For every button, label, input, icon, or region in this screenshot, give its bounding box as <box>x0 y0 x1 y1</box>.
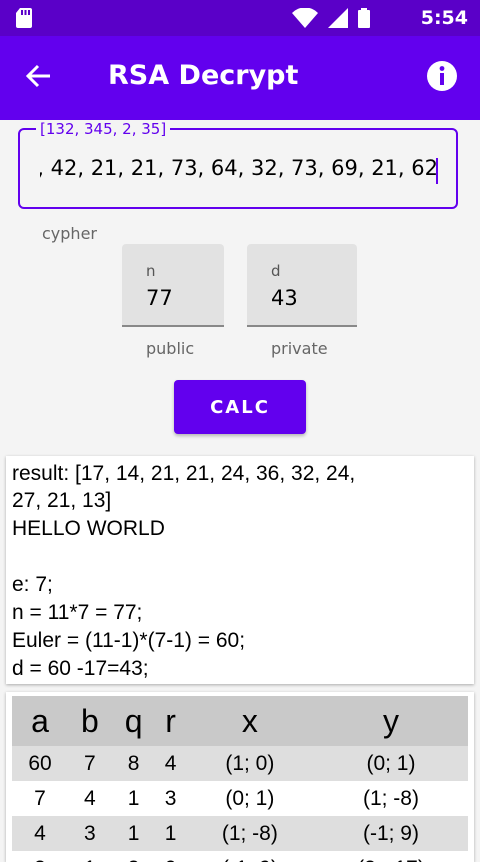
app-bar: RSA Decrypt <box>0 36 480 120</box>
d-field[interactable]: d 43 <box>247 244 357 327</box>
n-helper-text: public <box>146 339 195 358</box>
signal-icon <box>328 8 348 33</box>
cypher-input[interactable]: 52, 42, 21, 21, 73, 64, 32, 73, 69, 21, … <box>40 156 438 190</box>
table-cell: 3 <box>164 786 177 810</box>
info-icon[interactable] <box>426 60 458 97</box>
cypher-helper-text: cypher <box>42 224 97 243</box>
n-field[interactable]: n 77 <box>122 244 224 327</box>
table-row: 7 4 1 3 (0; 1) (1; -8) <box>12 781 468 816</box>
table-row: 3 1 3 0 (-1; 9) (2; -17) <box>12 851 468 862</box>
page-title: RSA Decrypt <box>108 60 299 91</box>
sd-card-icon <box>16 8 34 33</box>
table-cell: 1 <box>155 816 186 851</box>
table-row: 60 7 8 4 (1; 0) (0; 1) <box>12 746 468 781</box>
table-cell: 3 <box>12 851 68 862</box>
result-line-e: e: 7; <box>12 573 53 596</box>
table-cell: (1; -8) <box>362 786 419 810</box>
table-cell: (1; 0) <box>185 746 314 781</box>
result-line-euler: Euler = (11-1)*(7-1) = 60; <box>12 629 246 652</box>
column-header-r: r <box>155 696 186 746</box>
table-cell: 3 <box>112 851 156 862</box>
table-cell: 1 <box>127 786 140 810</box>
d-helper-text: private <box>271 339 328 358</box>
table-header-row: a b q r x y <box>12 696 468 746</box>
table-cell: 4 <box>84 786 96 810</box>
table-row: 4 3 1 1 (1; -8) (-1; 9) <box>12 816 468 851</box>
result-card: result: [17, 14, 21, 21, 24, 36, 32, 24,… <box>6 456 474 684</box>
column-header-q: q <box>111 696 156 746</box>
table-cell: (0; 1) <box>225 786 275 810</box>
decoded-text: HELLO WORLD <box>12 517 165 540</box>
wifi-icon <box>292 7 318 33</box>
status-bar: 5:54 <box>0 0 480 36</box>
result-line: 27, 21, 13] <box>12 489 112 512</box>
table-cell: 8 <box>111 746 156 781</box>
d-field-value: 43 <box>271 286 298 310</box>
result-line-d: d = 60 -17=43; <box>12 657 149 680</box>
table-cell: (-1; 9) <box>186 851 314 862</box>
d-field-label: d <box>271 262 281 280</box>
table-cell: (0; 1) <box>313 746 468 781</box>
back-arrow-icon[interactable] <box>24 62 52 95</box>
table-cell: 7 <box>68 746 112 781</box>
column-header-a: a <box>12 696 69 746</box>
table-cell: 1 <box>111 816 156 851</box>
n-field-label: n <box>146 262 156 280</box>
column-header-x: x <box>185 696 314 746</box>
cypher-floating-label: [132, 345, 2, 35] <box>36 120 171 138</box>
clock: 5:54 <box>420 7 468 29</box>
table-cell: 4 <box>155 746 186 781</box>
table-cell: (2; -17) <box>314 851 468 862</box>
table-cell: 60 <box>12 746 69 781</box>
battery-icon <box>358 8 370 33</box>
n-field-value: 77 <box>146 286 173 310</box>
table-cell: 0 <box>156 851 186 862</box>
table-cell: (-1; 9) <box>313 816 468 851</box>
table-cell: 1 <box>68 851 112 862</box>
table-cell: 3 <box>68 816 112 851</box>
euclid-table-card: a b q r x y 60 7 8 4 (1; 0) (0; 1) 7 4 1… <box>6 692 474 862</box>
table-cell: 7 <box>34 786 46 810</box>
text-caret <box>436 158 438 184</box>
table-cell: 4 <box>12 816 69 851</box>
cypher-input-value: 52, 42, 21, 21, 73, 64, 32, 73, 69, 21, … <box>40 156 438 180</box>
euclid-table: a b q r x y 60 7 8 4 (1; 0) (0; 1) 7 4 1… <box>12 696 468 862</box>
result-line: result: [17, 14, 21, 21, 24, 36, 32, 24, <box>12 462 356 485</box>
result-line-n: n = 11*7 = 77; <box>12 601 143 624</box>
column-header-b: b <box>68 696 112 746</box>
calc-button[interactable]: CALC <box>174 380 306 434</box>
table-cell: (1; -8) <box>185 816 314 851</box>
column-header-y: y <box>313 696 468 746</box>
